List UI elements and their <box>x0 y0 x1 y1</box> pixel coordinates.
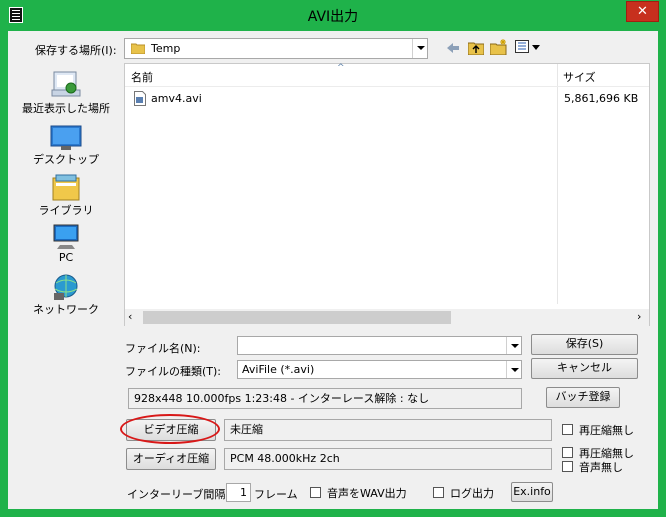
libraries-icon <box>50 174 82 202</box>
place-label: ライブラリ <box>38 204 94 217</box>
place-recent[interactable]: 最近表示した場所 <box>16 70 116 116</box>
filename-input[interactable] <box>237 336 522 355</box>
back-arrow-icon[interactable] <box>446 41 460 58</box>
place-label: ネットワーク <box>33 303 99 316</box>
filename-label: ファイル名(N): <box>125 342 201 355</box>
interleave-unit: フレーム <box>254 488 298 501</box>
horizontal-scrollbar[interactable]: ‹ › <box>125 309 649 326</box>
file-list[interactable]: 名前 ^ サイズ amv4.avi 5,861,696 KB <box>124 63 650 326</box>
no-audio-checkbox[interactable] <box>562 461 573 472</box>
desktop-icon <box>49 125 83 151</box>
highlight-circle <box>120 414 220 444</box>
video-codec-display: 未圧縮 <box>224 419 552 441</box>
header-divider <box>125 86 649 87</box>
audio-compress-button[interactable]: オーディオ圧縮 <box>126 448 216 470</box>
log-output-label: ログ出力 <box>450 487 494 500</box>
column-header-size[interactable]: サイズ <box>563 69 596 85</box>
column-header-name[interactable]: 名前 <box>131 69 153 85</box>
batch-register-button[interactable]: バッチ登録 <box>546 387 620 408</box>
interleave-input[interactable]: 1 <box>226 483 251 502</box>
table-row[interactable]: amv4.avi 5,861,696 KB <box>125 89 649 109</box>
cancel-button[interactable]: キャンセル <box>531 358 638 379</box>
place-label: デスクトップ <box>33 153 99 166</box>
pc-icon <box>50 223 82 251</box>
chevron-down-icon[interactable] <box>506 337 521 354</box>
filetype-select[interactable]: AviFile (*.avi) <box>237 360 522 379</box>
up-folder-icon[interactable] <box>467 40 485 58</box>
scroll-left-icon[interactable]: ‹ <box>128 310 132 323</box>
scroll-right-icon[interactable]: › <box>637 310 641 323</box>
filetype-value: AviFile (*.avi) <box>242 363 315 376</box>
place-label: PC <box>58 251 74 264</box>
log-output-checkbox[interactable] <box>433 487 444 498</box>
avi-file-icon <box>134 91 146 109</box>
location-combo[interactable]: Temp <box>124 38 428 59</box>
new-folder-icon[interactable] <box>489 39 508 58</box>
file-size: 5,861,696 KB <box>564 92 639 105</box>
network-icon <box>50 273 82 301</box>
filetype-label: ファイルの種類(T): <box>125 365 222 378</box>
video-info-line: 928x448 10.000fps 1:23:48 - インターレース解除 : … <box>128 388 522 409</box>
save-button[interactable]: 保存(S) <box>531 334 638 355</box>
scrollbar-thumb[interactable] <box>143 311 451 324</box>
location-label: 保存する場所(I): <box>35 44 117 57</box>
chevron-down-icon[interactable] <box>412 39 427 58</box>
view-menu-icon[interactable] <box>515 40 541 57</box>
audio-format-display: PCM 48.000kHz 2ch <box>224 448 552 470</box>
video-no-recompress-checkbox[interactable] <box>562 424 573 435</box>
place-pc[interactable]: PC <box>16 223 116 264</box>
recent-places-icon <box>50 70 82 100</box>
folder-icon <box>130 42 146 55</box>
exinfo-button[interactable]: Ex.info <box>511 482 553 502</box>
wav-output-checkbox[interactable] <box>310 487 321 498</box>
video-no-recompress-label: 再圧縮無し <box>579 424 634 437</box>
no-audio-label: 音声無し <box>579 461 623 474</box>
place-libraries[interactable]: ライブラリ <box>16 174 116 218</box>
window-title: AVI出力 <box>307 9 359 25</box>
wav-output-label: 音声をWAV出力 <box>327 487 407 500</box>
place-label: 最近表示した場所 <box>22 102 110 115</box>
audio-no-recompress-checkbox[interactable] <box>562 447 573 458</box>
interleave-label: インターリーブ間隔 : <box>127 488 233 501</box>
location-folder-name: Temp <box>151 42 181 55</box>
chevron-down-icon[interactable] <box>506 361 521 378</box>
close-button[interactable]: ✕ <box>626 1 659 22</box>
file-name: amv4.avi <box>151 92 202 105</box>
place-desktop[interactable]: デスクトップ <box>16 125 116 167</box>
place-network[interactable]: ネットワーク <box>16 273 116 317</box>
sort-arrow-icon: ^ <box>337 63 345 73</box>
